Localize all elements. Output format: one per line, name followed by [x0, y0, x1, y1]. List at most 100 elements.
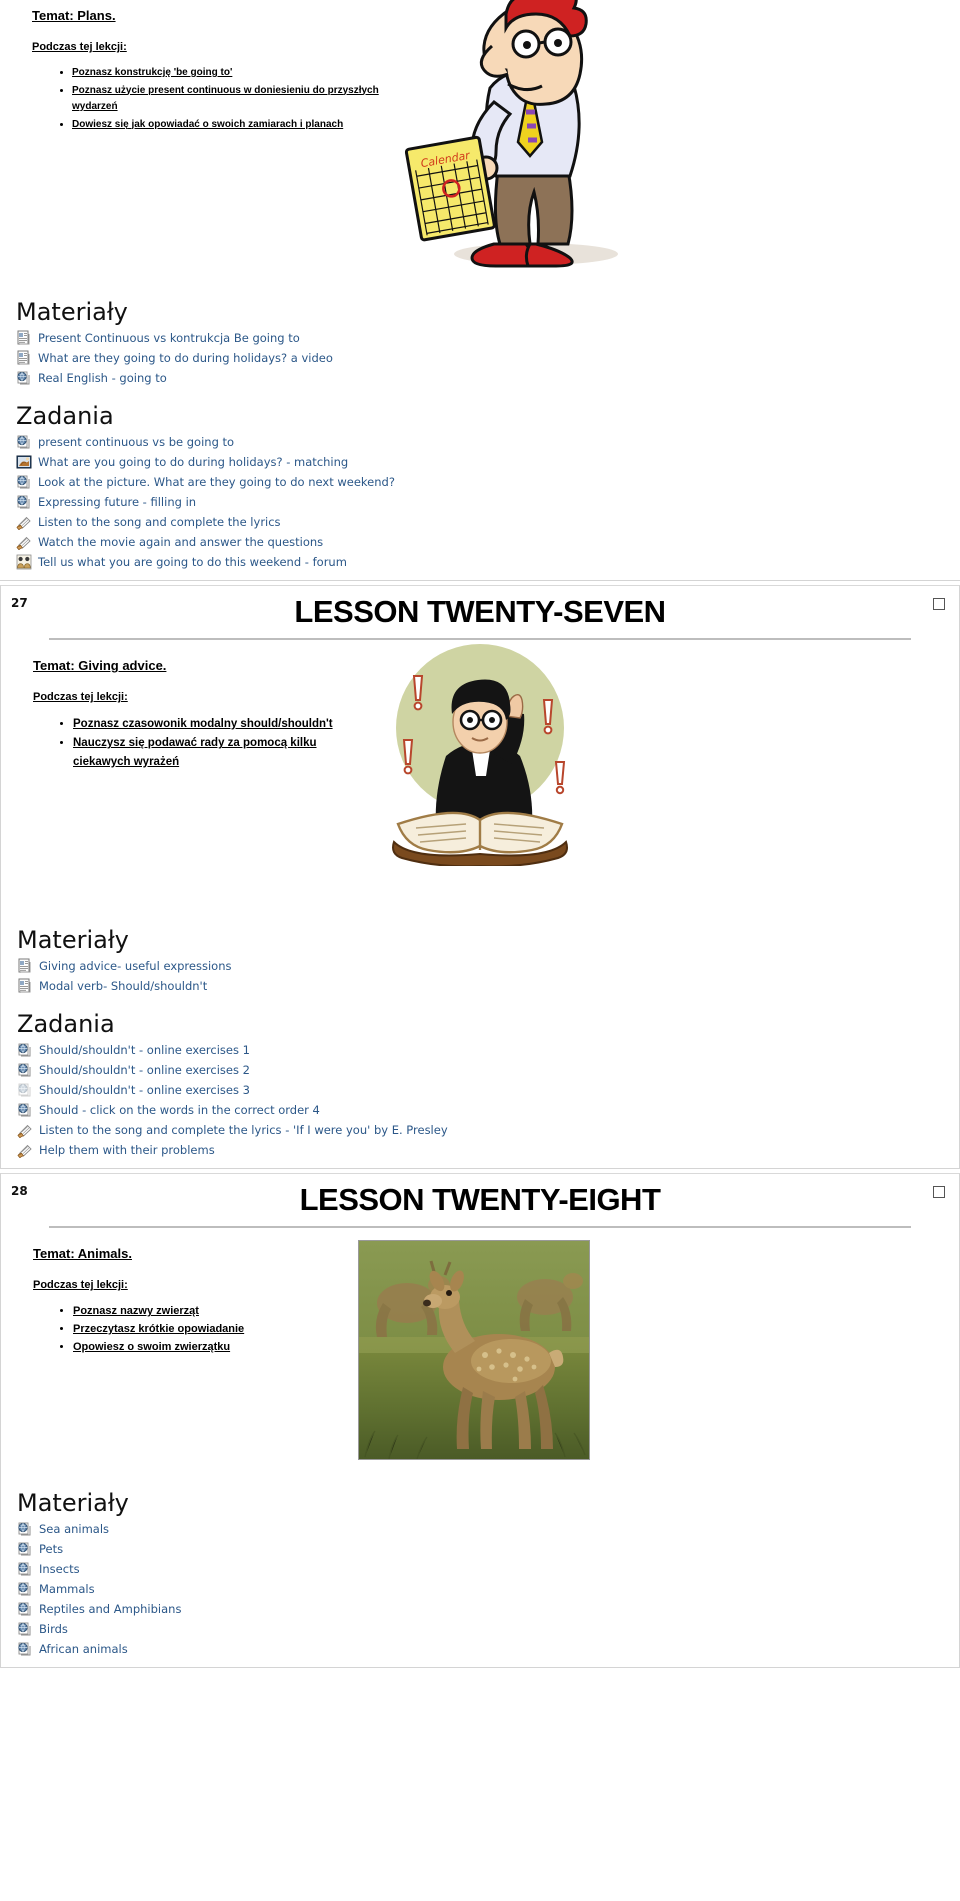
- resource-link[interactable]: What are you going to do during holidays…: [38, 455, 348, 469]
- section-toggle-checkbox[interactable]: [933, 598, 945, 610]
- resource-link[interactable]: Help them with their problems: [39, 1143, 215, 1157]
- resource-item[interactable]: Reptiles and Amphibians: [17, 1599, 945, 1619]
- resource-link[interactable]: Tell us what you are going to do this we…: [38, 555, 347, 569]
- resource-link[interactable]: African animals: [39, 1642, 128, 1656]
- url-globe-icon: [17, 1581, 33, 1597]
- assignment-icon: [17, 1122, 33, 1139]
- resource-link[interactable]: Mammals: [39, 1582, 95, 1596]
- document-icon: [17, 958, 33, 974]
- url-globe-icon: [16, 434, 32, 450]
- resource-item[interactable]: Look at the picture. What are they going…: [16, 472, 946, 492]
- course-page: Calendar Temat: Plans. Podczas tej lekcji:…: [0, 0, 960, 1669]
- objective-item: Przeczytasz krótkie opowiadanie: [73, 1321, 373, 1338]
- resource-item[interactable]: Sea animals: [17, 1519, 945, 1539]
- objective-item: Poznasz konstrukcję 'be going to': [72, 65, 402, 82]
- resource-item[interactable]: Real English - going to: [16, 368, 946, 388]
- illustration-advisor-on-book: [360, 636, 600, 868]
- lesson-body: Calendar Temat: Plans. Podczas tej lekcji:…: [14, 0, 946, 284]
- resource-item[interactable]: Giving advice- useful expressions: [17, 956, 945, 976]
- assignment-icon: [16, 534, 32, 551]
- assignment-icon: [17, 1142, 33, 1159]
- materials-heading: Materiały: [17, 926, 129, 955]
- tasks-heading: Zadania: [16, 402, 114, 430]
- resource-item[interactable]: Should/shouldn't - online exercises 1: [17, 1040, 945, 1060]
- materials-list: Giving advice- useful expressions Modal v…: [15, 956, 945, 996]
- resource-link[interactable]: Should/shouldn't - online exercises 3: [39, 1083, 250, 1097]
- document-icon: [16, 350, 32, 366]
- lesson-section: 27 LESSON TWENTY-SEVEN Temat: Giving advic…: [0, 585, 960, 1170]
- resource-link[interactable]: Birds: [39, 1622, 68, 1636]
- resource-link[interactable]: Real English - going to: [38, 371, 167, 385]
- resource-link[interactable]: What are they going to do during holiday…: [38, 351, 333, 365]
- lesson-section: 28 LESSON TWENTY-EIGHT Temat: Animals. Podc…: [0, 1173, 960, 1669]
- resource-link[interactable]: Should - click on the words in the corre…: [39, 1103, 320, 1117]
- url-globe-icon: [17, 1601, 33, 1617]
- resource-link[interactable]: Sea animals: [39, 1522, 109, 1536]
- resource-link[interactable]: Expressing future - filling in: [38, 495, 196, 509]
- url-globe-icon: [17, 1102, 33, 1118]
- resource-link[interactable]: Insects: [39, 1562, 80, 1576]
- illustration-deer-photo: [358, 1240, 590, 1461]
- resource-item[interactable]: Modal verb- Should/shouldn't: [17, 976, 945, 996]
- resource-item[interactable]: present continuous vs be going to: [16, 432, 946, 452]
- url-globe-icon: [17, 1541, 33, 1557]
- objective-text: Poznasz użycie present continuous w doni…: [72, 84, 379, 113]
- resource-link[interactable]: Look at the picture. What are they going…: [38, 475, 395, 489]
- resource-item[interactable]: Pets: [17, 1539, 945, 1559]
- resource-item[interactable]: Birds: [17, 1619, 945, 1639]
- resource-link[interactable]: present continuous vs be going to: [38, 435, 234, 449]
- resource-link[interactable]: Listen to the song and complete the lyri…: [38, 515, 281, 529]
- resource-link[interactable]: Should/shouldn't - online exercises 2: [39, 1063, 250, 1077]
- objective-text: Poznasz nazwy zwierząt: [73, 1305, 199, 1318]
- url-globe-icon: [17, 1062, 33, 1078]
- resource-item[interactable]: What are they going to do during holiday…: [16, 348, 946, 368]
- resource-item[interactable]: Should/shouldn't - online exercises 3: [17, 1080, 945, 1100]
- resource-item[interactable]: What are you going to do during holidays…: [16, 452, 946, 472]
- lesson-section: Calendar Temat: Plans. Podczas tej lekcji:…: [0, 0, 960, 581]
- materials-heading: Materiały: [16, 298, 128, 326]
- resource-link[interactable]: Giving advice- useful expressions: [39, 959, 231, 973]
- tasks-list: present continuous vs be going to What ar…: [14, 432, 946, 572]
- objective-item: Poznasz czasowonik modalny should/should…: [73, 715, 373, 733]
- title-divider: [49, 1226, 911, 1229]
- resource-link[interactable]: Present Continuous vs kontrukcja Be goin…: [38, 331, 300, 345]
- resource-item[interactable]: Should - click on the words in the corre…: [17, 1100, 945, 1120]
- resource-link[interactable]: Reptiles and Amphibians: [39, 1602, 181, 1616]
- resource-item[interactable]: Watch the movie again and answer the que…: [16, 532, 946, 552]
- objective-text: Dowiesz się jak opowiadać o swoich zamia…: [72, 118, 344, 130]
- objective-item: Poznasz nazwy zwierząt: [73, 1303, 373, 1320]
- resource-link[interactable]: Listen to the song and complete the lyri…: [39, 1123, 448, 1137]
- objective-text: Nauczysz się podawać rady za pomocą kilk…: [73, 737, 317, 768]
- resource-link[interactable]: Modal verb- Should/shouldn't: [39, 979, 207, 993]
- resource-item[interactable]: Help them with their problems: [17, 1140, 945, 1160]
- resource-item[interactable]: Present Continuous vs kontrukcja Be goin…: [16, 328, 946, 348]
- materials-heading: Materiały: [17, 1489, 129, 1518]
- hotpot-icon: [16, 454, 32, 470]
- resource-item[interactable]: Expressing future - filling in: [16, 492, 946, 512]
- resource-item[interactable]: Mammals: [17, 1579, 945, 1599]
- objective-text: Poznasz czasowonik modalny should/should…: [73, 718, 333, 730]
- lesson-title: LESSON TWENTY-EIGHT: [299, 1182, 661, 1218]
- resource-link[interactable]: Watch the movie again and answer the que…: [38, 535, 323, 549]
- materials-list: Present Continuous vs kontrukcja Be goin…: [14, 328, 946, 388]
- objective-item: Opowiesz o swoim zwierzątku: [73, 1339, 373, 1356]
- section-number: 28: [11, 1184, 28, 1199]
- url-globe-icon: [17, 1641, 33, 1657]
- url-globe-faded-icon: [17, 1082, 33, 1098]
- url-globe-icon: [16, 474, 32, 490]
- illustration-cartoon-man-with-calendar: Calendar: [386, 0, 646, 272]
- assignment-icon: [16, 514, 32, 531]
- url-globe-icon: [17, 1521, 33, 1537]
- resource-item[interactable]: Listen to the song and complete the lyri…: [16, 512, 946, 532]
- resource-item[interactable]: Listen to the song and complete the lyri…: [17, 1120, 945, 1140]
- url-globe-icon: [17, 1042, 33, 1058]
- resource-item[interactable]: Insects: [17, 1559, 945, 1579]
- objective-item: Dowiesz się jak opowiadać o swoich zamia…: [72, 117, 402, 134]
- section-toggle-checkbox[interactable]: [933, 1186, 945, 1199]
- resource-item[interactable]: Should/shouldn't - online exercises 2: [17, 1060, 945, 1080]
- resource-link[interactable]: Should/shouldn't - online exercises 1: [39, 1043, 250, 1057]
- resource-item[interactable]: Tell us what you are going to do this we…: [16, 552, 946, 572]
- resource-link[interactable]: Pets: [39, 1542, 63, 1556]
- url-globe-icon: [16, 494, 32, 510]
- resource-item[interactable]: African animals: [17, 1639, 945, 1659]
